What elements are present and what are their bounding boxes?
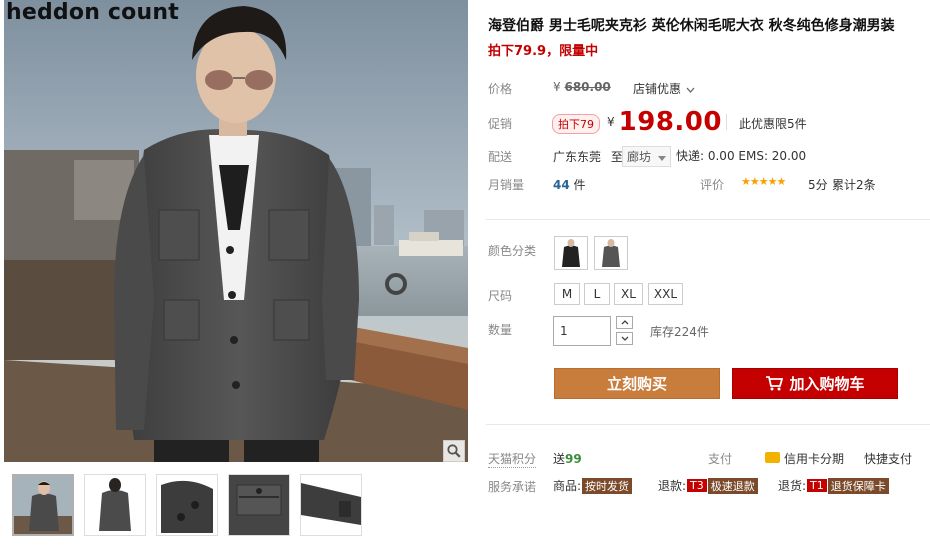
promo-price-value: 198.00 [618,107,722,137]
main-product-photo[interactable] [4,0,468,462]
promise-return-tag: 退货保障卡 [827,477,889,494]
quick-pay-link[interactable]: 快捷支付 [864,450,912,467]
promo-limit: 此优惠限5件 [739,117,807,131]
divider [486,424,930,425]
size-label: 尺码 [488,289,513,303]
price-label: 价格 [488,82,513,96]
cart-icon [766,376,784,391]
add-to-cart-button[interactable]: 加入购物车 [732,368,898,399]
service-promise-label: 服务承诺 [488,480,537,494]
rating-score: 5分 [808,178,828,192]
promise-return[interactable]: 退货: T1 退货保障卡 [778,477,889,494]
tmall-points: 送99 [553,450,582,467]
monthly-sales-unit: 件 [573,178,586,192]
color-swatch-black[interactable] [554,236,588,270]
shop-promo-label: 店铺优惠 [633,82,682,96]
brand-watermark: heddon count [6,0,179,25]
thumbnail-sleeve-detail[interactable] [300,474,362,536]
promise-goods-tag: 按时发货 [582,477,633,494]
tmall-points-prefix: 送 [553,452,566,466]
promise-refund-prefix: 退款: [658,479,687,493]
size-option-l[interactable]: L [584,283,610,305]
promise-refund-code: T3 [687,479,707,492]
promise-return-prefix: 退货: [778,479,807,493]
add-to-cart-label: 加入购物车 [789,375,865,393]
quantity-input[interactable] [553,316,611,346]
promo-tag: 拍下79 [552,114,600,134]
color-label: 颜色分类 [488,244,537,258]
color-swatch-gray[interactable] [594,236,628,270]
ship-from: 广东东莞 至 [553,148,623,165]
shipping-fee: 快递: 0.00 EMS: 20.00 [676,149,807,163]
promise-refund[interactable]: 退款: T3 极速退款 [658,477,758,494]
promo-price: ¥198.00 [607,107,722,137]
credit-card-icon [765,452,780,463]
divider [486,219,930,220]
tmall-points-label[interactable]: 天猫积分 [488,450,537,468]
chevron-down-icon [657,156,666,161]
original-price-value: 680.00 [564,80,611,94]
thumbnail-front[interactable] [12,474,74,536]
promise-goods[interactable]: 商品: 按时发货 [553,477,633,494]
size-option-xxl[interactable]: XXL [648,283,683,305]
promise-return-code: T1 [807,479,827,492]
arrow-up-icon[interactable] [616,316,633,329]
chevron-down-icon [686,87,695,93]
ship-destination: 廊坊 [627,150,652,164]
product-subtitle: 拍下79.9，限量中 [488,44,599,59]
thumbnail-strip [12,474,362,538]
promo-currency: ¥ [607,115,615,129]
quantity-label: 数量 [488,323,513,337]
promise-refund-tag: 极速退款 [707,477,758,494]
currency-symbol: ¥ [553,80,561,94]
credit-card-installment-link[interactable]: 信用卡分期 [784,450,844,467]
promo-divider [726,114,727,130]
payment-label: 支付 [708,452,733,466]
buy-now-button[interactable]: 立刻购买 [554,368,720,399]
zoom-icon[interactable] [443,440,465,462]
rating-stars: ★★★★★ [741,175,786,188]
monthly-sales: 44 件 [553,176,586,193]
tmall-points-value: 99 [565,452,582,466]
size-option-xl[interactable]: XL [614,283,643,305]
original-price: ¥ 680.00 [553,80,611,94]
stock-count: 库存224件 [650,325,709,339]
arrow-down-icon[interactable] [616,332,633,345]
thumbnail-back[interactable] [84,474,146,536]
product-title: 海登伯爵 男士毛呢夹克衫 英伦休闲毛呢大衣 秋冬纯色修身潮男装 [488,18,895,34]
promo-label: 促销 [488,117,513,131]
thumbnail-pocket-detail[interactable] [228,474,290,536]
ship-from-city: 广东东莞 [553,150,602,164]
review-count-link[interactable]: 累计2条 [832,176,876,193]
promise-goods-prefix: 商品: [553,479,582,493]
monthly-sales-label: 月销量 [488,178,525,192]
thumbnail-cuff-detail[interactable] [156,474,218,536]
monthly-sales-count: 44 [553,178,570,192]
shipping-label: 配送 [488,150,513,164]
rating-label: 评价 [700,178,725,192]
size-option-m[interactable]: M [554,283,580,305]
shop-promo-dropdown[interactable]: 店铺优惠 [633,80,695,97]
ship-destination-select[interactable]: 廊坊 [622,146,671,167]
